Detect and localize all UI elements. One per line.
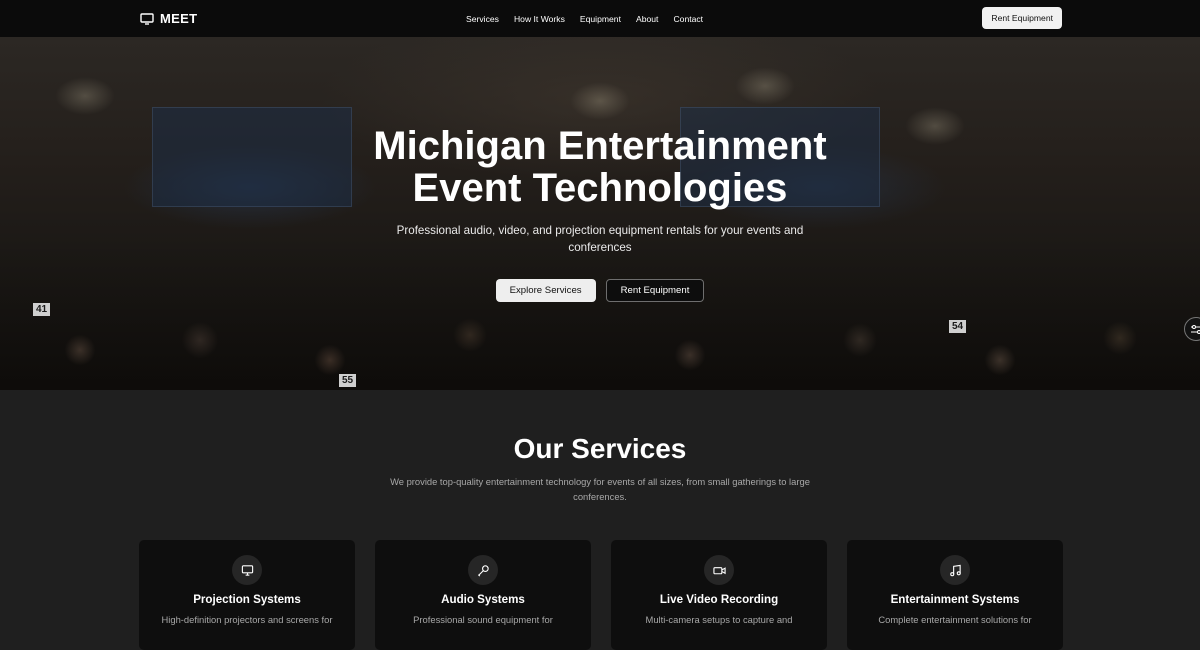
service-card-projection[interactable]: Projection Systems High-definition proje… — [139, 540, 355, 650]
nav-link-contact[interactable]: Contact — [673, 14, 703, 24]
service-card-title: Live Video Recording — [611, 593, 827, 606]
services-subtitle: We provide top-quality entertainment tec… — [370, 474, 830, 504]
hero-subtitle: Professional audio, video, and projectio… — [370, 223, 830, 256]
hero-section: 41 55 54 Michigan Entertainment Event Te… — [0, 37, 1200, 390]
service-card-entertainment[interactable]: Entertainment Systems Complete entertain… — [847, 540, 1063, 650]
service-card-video[interactable]: Live Video Recording Multi-camera setups… — [611, 540, 827, 650]
nav-link-about[interactable]: About — [636, 14, 658, 24]
services-heading: Our Services — [0, 433, 1200, 465]
video-camera-icon — [713, 564, 726, 577]
hero-title-line1: Michigan Entertainment — [0, 125, 1200, 167]
monitor-icon — [140, 13, 154, 25]
services-cards: Projection Systems High-definition proje… — [139, 540, 1063, 650]
nav-menu: Services How It Works Equipment About Co… — [466, 0, 703, 37]
music-note-icon — [949, 564, 962, 577]
hero-title: Michigan Entertainment Event Technologie… — [0, 125, 1200, 209]
settings-sliders-icon — [1191, 325, 1200, 334]
brand-logo[interactable]: MEET — [140, 11, 197, 26]
microphone-icon — [477, 564, 490, 577]
chandelier-decoration — [735, 67, 795, 105]
explore-services-button[interactable]: Explore Services — [496, 279, 596, 302]
nav-rent-equipment-button[interactable]: Rent Equipment — [982, 7, 1062, 29]
table-number: 41 — [33, 303, 50, 316]
service-card-title: Entertainment Systems — [847, 593, 1063, 606]
chandelier-decoration — [570, 82, 630, 120]
nav-link-services[interactable]: Services — [466, 14, 499, 24]
monitor-icon — [241, 564, 254, 577]
chandelier-decoration — [55, 77, 115, 115]
nav-link-how-it-works[interactable]: How It Works — [514, 14, 565, 24]
top-nav: MEET Services How It Works Equipment Abo… — [0, 0, 1200, 37]
hero-title-line2: Event Technologies — [0, 167, 1200, 209]
audience-background — [0, 240, 1200, 390]
table-number: 55 — [339, 374, 356, 387]
brand-name: MEET — [160, 11, 197, 26]
service-card-title: Projection Systems — [139, 593, 355, 606]
hero-rent-equipment-button[interactable]: Rent Equipment — [606, 279, 705, 302]
hero-buttons: Explore Services Rent Equipment — [0, 279, 1200, 302]
service-card-title: Audio Systems — [375, 593, 591, 606]
service-card-description: High-definition projectors and screens f… — [139, 614, 355, 625]
nav-link-equipment[interactable]: Equipment — [580, 14, 621, 24]
table-number: 54 — [949, 320, 966, 333]
service-card-description: Multi-camera setups to capture and — [611, 614, 827, 625]
service-card-description: Professional sound equipment for — [375, 614, 591, 625]
service-card-audio[interactable]: Audio Systems Professional sound equipme… — [375, 540, 591, 650]
service-card-description: Complete entertainment solutions for — [847, 614, 1063, 625]
